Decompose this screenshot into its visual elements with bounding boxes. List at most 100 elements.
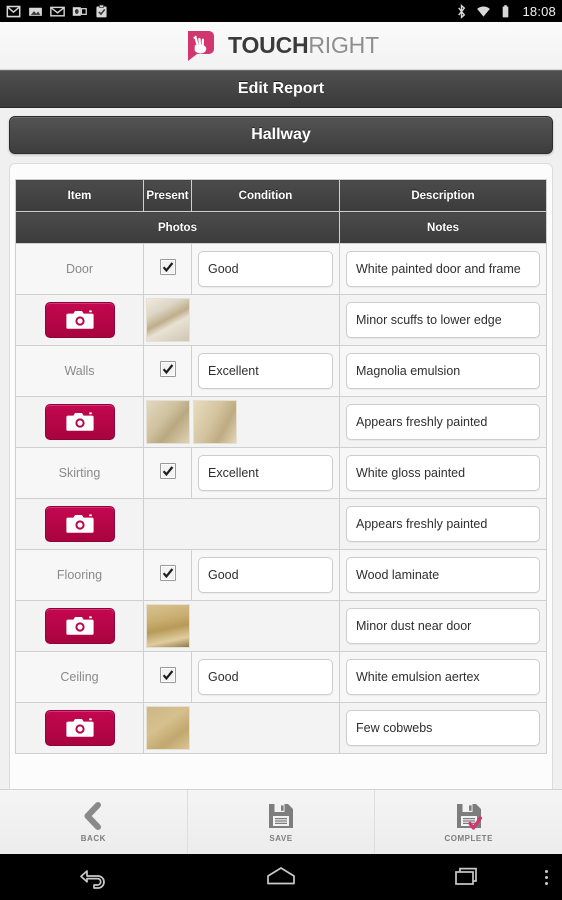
camera-cell[interactable] xyxy=(15,294,144,346)
description-field[interactable]: White gloss painted xyxy=(346,455,540,491)
save-button-label: SAVE xyxy=(269,834,293,843)
camera-button[interactable] xyxy=(44,404,115,440)
notes-field[interactable]: Appears freshly painted xyxy=(346,404,540,440)
table-header-row-secondary: Photos Notes xyxy=(15,211,547,244)
notes-cell[interactable]: Few cobwebs xyxy=(339,702,547,754)
notes-field[interactable]: Minor scuffs to lower edge xyxy=(346,302,540,338)
photo-thumbnails-cell[interactable] xyxy=(143,396,340,448)
notes-cell[interactable]: Appears freshly painted xyxy=(339,396,547,448)
item-label: Walls xyxy=(64,364,95,378)
notes-cell[interactable]: Minor scuffs to lower edge xyxy=(339,294,547,346)
column-header-present: Present xyxy=(143,179,192,212)
description-cell[interactable]: White painted door and frame xyxy=(339,243,547,295)
photo-thumbnails xyxy=(144,604,339,648)
bottom-action-bar: BACK SAVE COMPLETE xyxy=(0,789,562,854)
checkmark-icon xyxy=(162,261,173,272)
condition-cell[interactable]: Good xyxy=(191,549,340,601)
photo-thumbnails-cell[interactable] xyxy=(143,294,340,346)
condition-cell[interactable]: Excellent xyxy=(191,447,340,499)
column-header-notes: Notes xyxy=(339,211,547,244)
present-cell[interactable] xyxy=(143,549,192,601)
checkmark-icon xyxy=(162,567,173,578)
nav-overflow-menu[interactable] xyxy=(545,869,548,885)
description-field[interactable]: White painted door and frame xyxy=(346,251,540,287)
camera-cell[interactable] xyxy=(15,396,144,448)
condition-cell[interactable]: Good xyxy=(191,651,340,703)
camera-icon xyxy=(65,616,94,635)
battery-icon xyxy=(503,4,509,17)
present-cell[interactable] xyxy=(143,345,192,397)
photo-thumbnail[interactable] xyxy=(146,298,190,342)
touchright-hand-logo-icon xyxy=(188,30,215,61)
present-cell[interactable] xyxy=(143,447,192,499)
floppy-disk-check-icon xyxy=(456,804,482,830)
complete-button[interactable]: COMPLETE xyxy=(375,790,562,854)
nav-recents-button[interactable] xyxy=(375,864,562,890)
camera-button[interactable] xyxy=(44,608,115,644)
table-row: Flooring Good Wood laminate xyxy=(15,549,547,601)
description-field[interactable]: Wood laminate xyxy=(346,557,540,593)
condition-cell[interactable]: Excellent xyxy=(191,345,340,397)
description-field[interactable]: Magnolia emulsion xyxy=(346,353,540,389)
camera-icon xyxy=(65,514,94,533)
description-field[interactable]: White emulsion aertex xyxy=(346,659,540,695)
condition-field[interactable]: Excellent xyxy=(198,455,333,491)
condition-field[interactable]: Excellent xyxy=(198,353,333,389)
back-button[interactable]: BACK xyxy=(0,790,188,854)
photo-thumbnail[interactable] xyxy=(146,706,190,750)
brand-logo-wrap: TOUCHRIGHT xyxy=(183,28,379,64)
section-selector-hallway[interactable]: Hallway xyxy=(9,116,553,154)
camera-cell[interactable] xyxy=(15,600,144,652)
nav-back-button[interactable] xyxy=(0,864,187,890)
description-cell[interactable]: White emulsion aertex xyxy=(339,651,547,703)
camera-icon xyxy=(65,310,94,329)
inspection-panel: Item Present Condition Description Photo… xyxy=(9,163,553,789)
recents-icon xyxy=(455,867,478,885)
photo-thumbnail[interactable] xyxy=(146,400,190,444)
brand-header: TOUCHRIGHT xyxy=(0,22,562,70)
present-cell[interactable] xyxy=(143,651,192,703)
condition-field[interactable]: Good xyxy=(198,251,333,287)
present-checkbox[interactable] xyxy=(159,360,176,377)
photo-thumbnails-cell[interactable] xyxy=(143,498,340,550)
description-cell[interactable]: White gloss painted xyxy=(339,447,547,499)
photo-thumbnails xyxy=(144,400,339,444)
save-button[interactable]: SAVE xyxy=(188,790,376,854)
notes-field[interactable]: Appears freshly painted xyxy=(346,506,540,542)
description-cell[interactable]: Magnolia emulsion xyxy=(339,345,547,397)
present-checkbox[interactable] xyxy=(159,462,176,479)
condition-cell[interactable]: Good xyxy=(191,243,340,295)
camera-cell[interactable] xyxy=(15,702,144,754)
photo-thumbnails-cell[interactable] xyxy=(143,702,340,754)
present-checkbox[interactable] xyxy=(159,258,176,275)
nav-home-button[interactable] xyxy=(187,864,374,890)
present-checkbox[interactable] xyxy=(159,666,176,683)
notes-cell[interactable]: Minor dust near door xyxy=(339,600,547,652)
photo-thumbnail[interactable] xyxy=(146,604,190,648)
notes-field[interactable]: Minor dust near door xyxy=(346,608,540,644)
present-cell[interactable] xyxy=(143,243,192,295)
photo-thumbnails-cell[interactable] xyxy=(143,600,340,652)
table-row: Door Good White painted door and frame xyxy=(15,243,547,295)
table-body: Door Good White painted door and frame M… xyxy=(15,243,547,754)
camera-button[interactable] xyxy=(44,302,115,338)
photo-thumbnails xyxy=(144,706,339,750)
table-row-photos: Appears freshly painted xyxy=(15,396,547,448)
camera-cell[interactable] xyxy=(15,498,144,550)
condition-field[interactable]: Good xyxy=(198,557,333,593)
table-row: Ceiling Good White emulsion aertex xyxy=(15,651,547,703)
status-notification-icons xyxy=(6,4,109,19)
camera-button[interactable] xyxy=(44,710,115,746)
item-label: Flooring xyxy=(56,568,103,582)
present-checkbox[interactable] xyxy=(159,564,176,581)
complete-button-label: COMPLETE xyxy=(444,834,493,843)
condition-field[interactable]: Good xyxy=(198,659,333,695)
notes-cell[interactable]: Appears freshly painted xyxy=(339,498,547,550)
back-arrow-icon xyxy=(79,870,105,889)
item-cell: Ceiling xyxy=(15,651,144,703)
photo-thumbnail[interactable] xyxy=(193,400,237,444)
notes-field[interactable]: Few cobwebs xyxy=(346,710,540,746)
description-cell[interactable]: Wood laminate xyxy=(339,549,547,601)
camera-button[interactable] xyxy=(44,506,115,542)
photo-thumbnails xyxy=(144,298,339,342)
